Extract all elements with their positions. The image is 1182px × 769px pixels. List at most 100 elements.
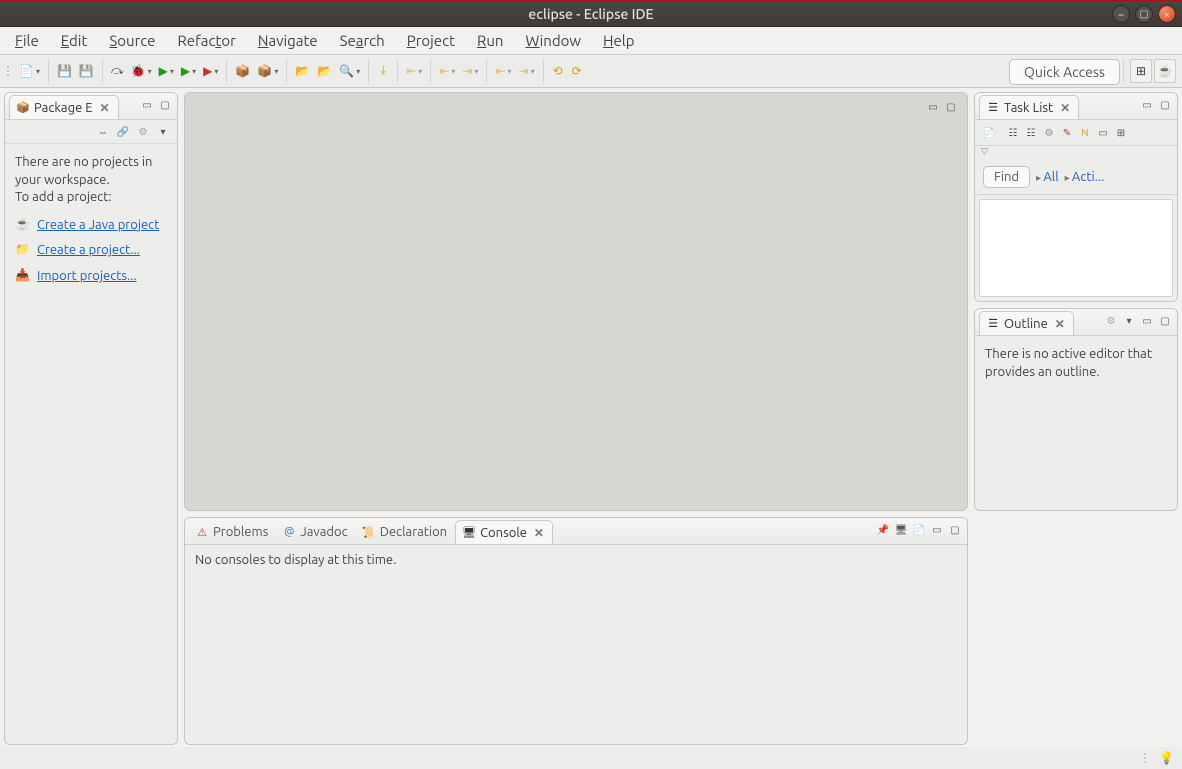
schedule-button[interactable]: ☷ [1023,125,1039,141]
create-java-project-link[interactable]: Create a Java project [37,217,159,235]
close-tab-icon[interactable]: ✕ [1055,317,1065,331]
new-button[interactable]: 📄 [16,60,43,82]
categorize-button[interactable]: ☷ [1005,125,1021,141]
editor-minimize-button[interactable]: ▭ [925,99,941,115]
display-console-button[interactable]: 🖥 [893,522,909,538]
close-tab-icon[interactable]: ✕ [534,526,544,540]
link-editor-button[interactable]: 🔗 [115,124,131,140]
menu-window[interactable]: Window [516,29,590,52]
toolbar-drag-handle[interactable] [7,60,12,82]
outline-focus-button[interactable]: ⚙ [1103,313,1119,329]
menu-search[interactable]: Search [331,29,394,52]
outline-tabrow: ☰ Outline ✕ ⚙ ▾ ▭ ▢ [975,309,1177,336]
tasklist-maximize-button[interactable]: ▢ [1157,97,1173,113]
tool-n-button[interactable]: N [1077,125,1093,141]
bottom-panel: ⚠ Problems @ Javadoc 📜 Declaration 🖥 Con… [184,517,968,745]
menu-project[interactable]: Project [398,29,464,52]
javadoc-tab[interactable]: @ Javadoc [276,520,355,544]
minimize-view-button[interactable]: ▭ [139,97,155,113]
maximize-view-button[interactable]: ▢ [157,97,173,113]
run-last-button[interactable]: ▶ [200,60,221,82]
tasklist-tabrow: ☰ Task List ✕ ▭ ▢ [975,93,1177,120]
console-tab[interactable]: 🖥 Console ✕ [455,520,553,544]
skip-breakpoints-button[interactable]: ⤼ [108,60,127,82]
outline-tab[interactable]: ☰ Outline ✕ [979,311,1074,335]
package-explorer-tab[interactable]: 📦 Package E ✕ [9,95,119,119]
toggle-mark-button[interactable]: ⤓ [374,60,392,82]
tasklist-expand-arrow[interactable]: ▽ [975,146,1177,160]
outline-minimize-button[interactable]: ▭ [1139,313,1155,329]
debug-button[interactable]: 🐞 [128,60,155,82]
next-annotation-button[interactable]: ⇤ [436,60,458,82]
back-button[interactable]: ⇤ [492,60,514,82]
menu-navigate[interactable]: Navigate [249,29,327,52]
main-toolbar: 📄 💾 💾 ⤼ 🐞 ▶ ▶ ▶ 📦 📦 📂 📂 🔍 ⤓ ⇤ ⇤ ⇥ ⇤ ⇥ ⟲ … [0,55,1182,88]
open-console-button[interactable]: 📄 [911,522,927,538]
hide-button[interactable]: ✎ [1059,125,1075,141]
pin-editor2-button[interactable]: ⟳ [568,60,586,82]
tasklist-filter-all[interactable]: All [1036,170,1059,184]
new-java-class-button[interactable]: 📦 [254,60,281,82]
synchronize-button[interactable]: ⚙ [1041,125,1057,141]
close-tab-icon[interactable]: ✕ [1060,101,1070,115]
bottom-tabrow: ⚠ Problems @ Javadoc 📜 Declaration 🖥 Con… [185,518,967,545]
focus-task-button[interactable]: ⚙ [135,124,151,140]
tasklist-find-input[interactable]: Find [983,166,1030,188]
statusbar: ⋮ 💡 [0,747,1182,769]
quick-access-button[interactable]: Quick Access [1009,59,1120,85]
coverage-button[interactable]: ▶ [178,60,199,82]
project-icon: 📁 [15,242,31,258]
tasklist-filter-active[interactable]: Acti... [1065,170,1105,184]
open-task-button[interactable]: 📂 [314,60,335,82]
new-java-package-button[interactable]: 📦 [232,60,253,82]
tasklist-minimize-button[interactable]: ▭ [1139,97,1155,113]
run-button[interactable]: ▶ [156,60,177,82]
tasklist-icon: ☰ [986,101,1000,115]
menu-file[interactable]: File [6,29,48,52]
window-title: eclipse - Eclipse IDE [528,6,653,22]
problems-icon: ⚠ [195,525,209,539]
forward-button[interactable]: ⇥ [516,60,538,82]
java-perspective-button[interactable]: ☕ [1154,59,1176,83]
pin-editor-button[interactable]: ⟲ [549,60,567,82]
search-button[interactable]: 🔍 [336,60,363,82]
editor-maximize-button[interactable]: ▢ [943,99,959,115]
outline-maximize-button[interactable]: ▢ [1157,313,1173,329]
console-body: No consoles to display at this time. [185,545,967,575]
menu-help[interactable]: Help [594,29,643,52]
bottom-minimize-button[interactable]: ▭ [929,522,945,538]
window-minimize-button[interactable]: – [1112,5,1130,23]
problems-tab[interactable]: ⚠ Problems [189,520,276,544]
tip-icon[interactable]: 💡 [1159,751,1174,765]
declaration-tab[interactable]: 📜 Declaration [356,520,455,544]
menu-edit[interactable]: Edit [52,29,97,52]
collapse-all-button[interactable]: ⇔ [95,124,111,140]
open-perspective-button[interactable]: ⊞ [1130,59,1152,83]
focus-button[interactable]: ⊞ [1113,125,1129,141]
new-task-button[interactable]: 📄 [981,125,997,141]
menubar: File Edit Source Refactor Navigate Searc… [0,27,1182,55]
window-titlebar: eclipse - Eclipse IDE – ▢ × [0,0,1182,27]
last-edit-button[interactable]: ⇥ [459,60,481,82]
outline-viewmenu-button[interactable]: ▾ [1121,313,1137,329]
collapse-button[interactable]: ▭ [1095,125,1111,141]
menu-refactor[interactable]: Refactor [168,29,244,52]
save-all-button[interactable]: 💾 [76,60,97,82]
package-explorer-tab-label: Package E [34,101,93,115]
prev-annotation-button[interactable]: ⇤ [403,60,425,82]
create-project-link[interactable]: Create a project... [37,242,140,260]
open-type-button[interactable]: 📂 [292,60,313,82]
close-tab-icon[interactable]: ✕ [100,101,110,115]
view-menu-button[interactable]: ▾ [155,124,171,140]
outline-tab-label: Outline [1004,317,1048,331]
tasklist-tab[interactable]: ☰ Task List ✕ [979,95,1079,119]
save-button[interactable]: 💾 [54,60,75,82]
menu-run[interactable]: Run [468,29,513,52]
window-close-button[interactable]: × [1158,5,1176,23]
import-projects-link[interactable]: Import projects... [37,268,137,286]
menu-source[interactable]: Source [100,29,164,52]
window-maximize-button[interactable]: ▢ [1135,5,1153,23]
bottom-maximize-button[interactable]: ▢ [947,522,963,538]
pin-console-button[interactable]: 📌 [875,522,891,538]
package-explorer-icon: 📦 [16,101,30,115]
